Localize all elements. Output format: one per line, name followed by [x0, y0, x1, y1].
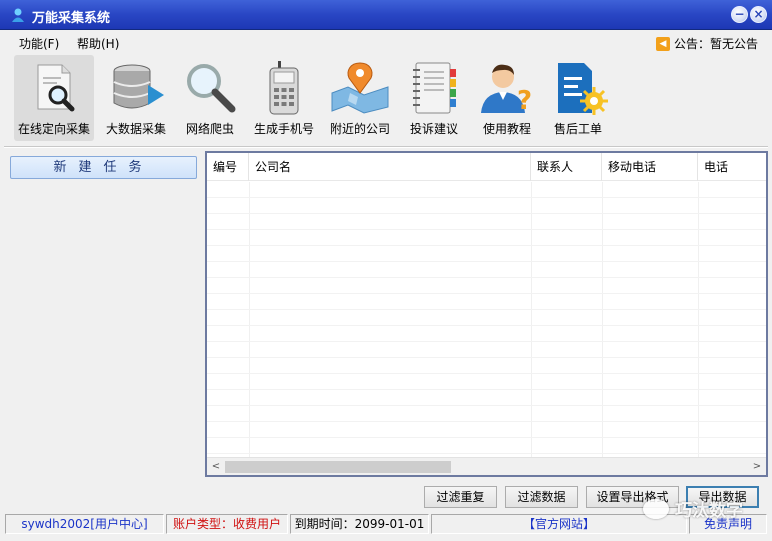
title-bar: 万能采集系统 − ×: [0, 0, 772, 30]
notice-text: 公告：暂无公告: [673, 37, 758, 51]
tool-label: 在线定向采集: [17, 122, 90, 136]
tool-label: 网络爬虫: [185, 122, 234, 136]
tool-label: 售后工单: [553, 122, 602, 136]
table-row: [207, 422, 766, 438]
map-pin-icon: [331, 62, 389, 114]
table-header: 编号 公司名 联系人 移动电话 电话: [207, 153, 766, 181]
window-title: 万能采集系统: [32, 11, 111, 26]
svg-text:?: ?: [517, 86, 532, 116]
column-header-contact[interactable]: 联系人: [531, 153, 602, 181]
work-order-icon: [558, 63, 608, 115]
table-row: [207, 278, 766, 294]
minimize-button[interactable]: −: [731, 6, 748, 23]
action-bar: 过滤重复 过滤数据 设置导出格式 导出数据: [0, 482, 772, 510]
column-header-id[interactable]: 编号: [207, 153, 249, 181]
user-center-link[interactable]: sywdh2002[用户中心]: [5, 514, 164, 534]
table-row: [207, 246, 766, 262]
tool-nearby-companies[interactable]: 附近的公司: [320, 55, 400, 141]
table-row: [207, 230, 766, 246]
expiry-label: 到期时间：2099-01-01: [290, 514, 429, 534]
tool-label: 使用教程: [482, 122, 531, 136]
scroll-left-button[interactable]: <: [208, 459, 224, 475]
table-row: [207, 406, 766, 422]
tool-label: 生成手机号: [253, 122, 314, 136]
tool-web-crawler[interactable]: 网络爬虫: [170, 55, 250, 141]
table-row: [207, 342, 766, 358]
official-website-link[interactable]: 【官方网站】: [431, 514, 687, 534]
account-type-label: 账户类型：收费用户: [166, 514, 288, 534]
column-header-mobile[interactable]: 移动电话: [602, 153, 698, 181]
tool-label: 大数据采集: [105, 122, 166, 136]
app-icon: [12, 8, 24, 22]
results-table[interactable]: 编号 公司名 联系人 移动电话 电话 < >: [205, 151, 768, 477]
document-search-icon: [37, 64, 75, 112]
tool-label: 投诉建议: [409, 122, 458, 136]
table-row: [207, 374, 766, 390]
speaker-icon: ◀: [655, 36, 670, 51]
database-icon: [113, 64, 164, 109]
column-header-company[interactable]: 公司名: [249, 153, 531, 181]
menu-help[interactable]: 帮助(H): [77, 35, 119, 52]
status-bar: sywdh2002[用户中心] 账户类型：收费用户 到期时间：2099-01-0…: [0, 512, 772, 536]
toolbar-separator: [4, 146, 768, 148]
table-row: [207, 358, 766, 374]
table-row: [207, 198, 766, 214]
menu-function[interactable]: 功能(F): [19, 35, 59, 52]
table-row: [207, 294, 766, 310]
tool-bigdata-collect[interactable]: 大数据采集: [96, 55, 176, 141]
table-row: [207, 438, 766, 454]
filter-duplicates-button[interactable]: 过滤重复: [424, 486, 497, 508]
tool-label: 附近的公司: [329, 122, 390, 136]
table-row: [207, 262, 766, 278]
tool-tutorial[interactable]: ? 使用教程: [467, 55, 547, 141]
table-row: [207, 310, 766, 326]
toolbar: 在线定向采集 大数据采集 网络爬虫 生成手机号 附近的公司 投诉建议 ? 使用教…: [0, 53, 772, 143]
filter-data-button[interactable]: 过滤数据: [505, 486, 578, 508]
table-row: [207, 390, 766, 406]
notebook-icon: [413, 62, 456, 114]
export-data-button[interactable]: 导出数据: [686, 486, 759, 508]
new-task-button[interactable]: 新建任务: [10, 156, 197, 179]
horizontal-scrollbar[interactable]: < >: [207, 457, 766, 475]
export-format-button[interactable]: 设置导出格式: [586, 486, 679, 508]
tool-online-collect[interactable]: 在线定向采集: [14, 55, 94, 141]
scroll-thumb[interactable]: [225, 461, 451, 473]
menu-bar: 功能(F) 帮助(H) ◀ 公告：暂无公告: [0, 31, 772, 53]
magnifier-icon: [187, 64, 236, 113]
tool-complaint-suggestion[interactable]: 投诉建议: [394, 55, 474, 141]
disclaimer-link[interactable]: 免责声明: [689, 514, 767, 534]
notice-area: ◀ 公告：暂无公告: [655, 35, 758, 52]
table-row: [207, 214, 766, 230]
scroll-right-button[interactable]: >: [749, 459, 765, 475]
tool-generate-phone[interactable]: 生成手机号: [244, 55, 324, 141]
table-row: [207, 182, 766, 198]
tool-work-order[interactable]: 售后工单: [538, 55, 618, 141]
table-body: [207, 182, 766, 458]
close-button[interactable]: ×: [750, 6, 767, 23]
user-help-icon: ?: [481, 64, 532, 116]
column-header-phone[interactable]: 电话: [698, 153, 768, 181]
table-row: [207, 326, 766, 342]
task-pane: 新建任务: [4, 150, 201, 477]
phone-icon: [269, 61, 299, 115]
